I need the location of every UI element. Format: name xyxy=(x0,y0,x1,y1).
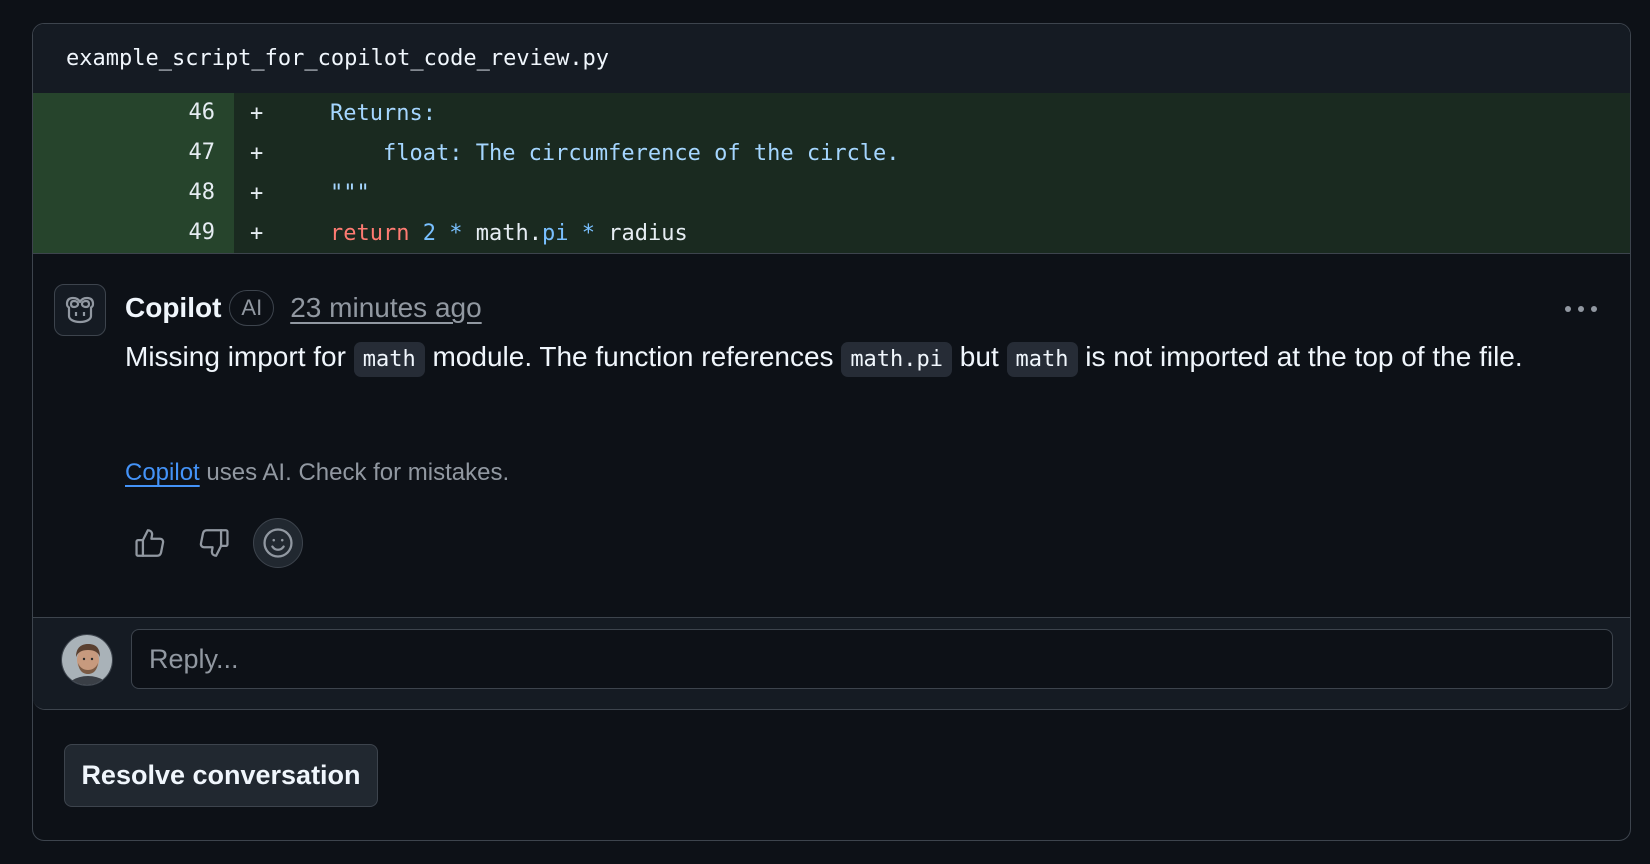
diff-code: + float: The circumference of the circle… xyxy=(234,133,1630,173)
review-thread-card: example_script_for_copilot_code_review.p… xyxy=(32,23,1631,841)
comment-text: is not imported at the top of the file. xyxy=(1077,341,1523,372)
line-number[interactable]: 48 xyxy=(33,173,234,213)
code-token: pi xyxy=(541,220,569,246)
added-line-marker: + xyxy=(250,180,264,206)
comment-thread: example_script_for_copilot_code_review.p… xyxy=(33,24,1630,710)
add-reaction-button[interactable] xyxy=(253,518,303,568)
diff-line: 47 + float: The circumference of the circ… xyxy=(33,133,1630,173)
smiley-icon xyxy=(263,528,293,558)
code-text: return 2 * math.pi * radius xyxy=(330,221,688,246)
code-text: """ xyxy=(330,181,370,206)
diff-line: 48 + """ xyxy=(33,173,1630,213)
file-path-header: example_script_for_copilot_code_review.p… xyxy=(33,24,1630,93)
inline-code: math xyxy=(1006,342,1078,377)
comment-text: but xyxy=(952,341,1007,372)
user-avatar[interactable] xyxy=(61,634,113,686)
inline-code: math xyxy=(353,342,425,377)
code-token: Returns: xyxy=(330,100,436,126)
thumbs-down-icon xyxy=(199,529,229,557)
copilot-avatar[interactable] xyxy=(54,284,106,336)
resolve-conversation-button[interactable]: Resolve conversation xyxy=(64,744,378,807)
added-line-marker: + xyxy=(250,140,264,166)
thumbs-up-icon xyxy=(135,529,165,557)
added-line-marker: + xyxy=(250,100,264,126)
thumbs-down-button[interactable] xyxy=(189,518,239,568)
diff-hunk: 46 + Returns: 47 + float: The circumference … xyxy=(33,93,1630,254)
user-photo xyxy=(62,635,112,685)
comment-options-button[interactable] xyxy=(1556,294,1606,324)
reaction-bar xyxy=(125,518,317,568)
code-token: """ xyxy=(330,180,370,206)
inline-code: math.pi xyxy=(841,342,953,377)
reply-input[interactable] xyxy=(131,629,1613,689)
code-token: return xyxy=(330,220,410,246)
comment-header: Copilot AI 23 minutes ago xyxy=(125,290,482,326)
code-text: float: The circumference of the circle. xyxy=(330,141,900,166)
thumbs-up-button[interactable] xyxy=(125,518,175,568)
copilot-link[interactable]: Copilot xyxy=(125,459,200,486)
line-number[interactable]: 46 xyxy=(33,93,234,133)
diff-code: + return 2 * math.pi * radius xyxy=(234,213,1630,253)
diff-line: 46 + Returns: xyxy=(33,93,1630,133)
line-number[interactable]: 49 xyxy=(33,213,234,253)
line-number[interactable]: 47 xyxy=(33,133,234,173)
disclaimer-text: uses AI. Check for mistakes. xyxy=(199,459,510,486)
comment-text: module. The function references xyxy=(424,341,842,372)
code-text: Returns: xyxy=(330,101,436,126)
code-token: * xyxy=(581,220,595,246)
comment-author[interactable]: Copilot xyxy=(125,292,221,324)
code-token: radius xyxy=(594,220,688,246)
ai-disclaimer: Copilot uses AI. Check for mistakes. xyxy=(125,459,509,487)
diff-line: 49 + return 2 * math.pi * radius xyxy=(33,213,1630,253)
file-name: example_script_for_copilot_code_review.p… xyxy=(66,46,610,71)
copilot-icon xyxy=(65,296,95,324)
code-token: float: The circumference of the circle. xyxy=(382,140,900,166)
added-line-marker: + xyxy=(250,220,264,246)
review-comment: Copilot AI 23 minutes ago Missing import… xyxy=(33,254,1630,614)
comment-text: Missing import for xyxy=(125,341,354,372)
code-token: * xyxy=(449,220,463,246)
diff-code: + """ xyxy=(234,173,1630,213)
comment-body: Missing import for math module. The func… xyxy=(125,336,1565,381)
reply-row xyxy=(33,617,1630,709)
diff-code: + Returns: xyxy=(234,93,1630,133)
ai-badge: AI xyxy=(229,290,275,326)
code-token: 2 xyxy=(422,220,436,246)
kebab-horizontal-icon xyxy=(1565,306,1597,312)
code-token: math. xyxy=(462,220,542,246)
comment-timestamp[interactable]: 23 minutes ago xyxy=(290,292,481,324)
